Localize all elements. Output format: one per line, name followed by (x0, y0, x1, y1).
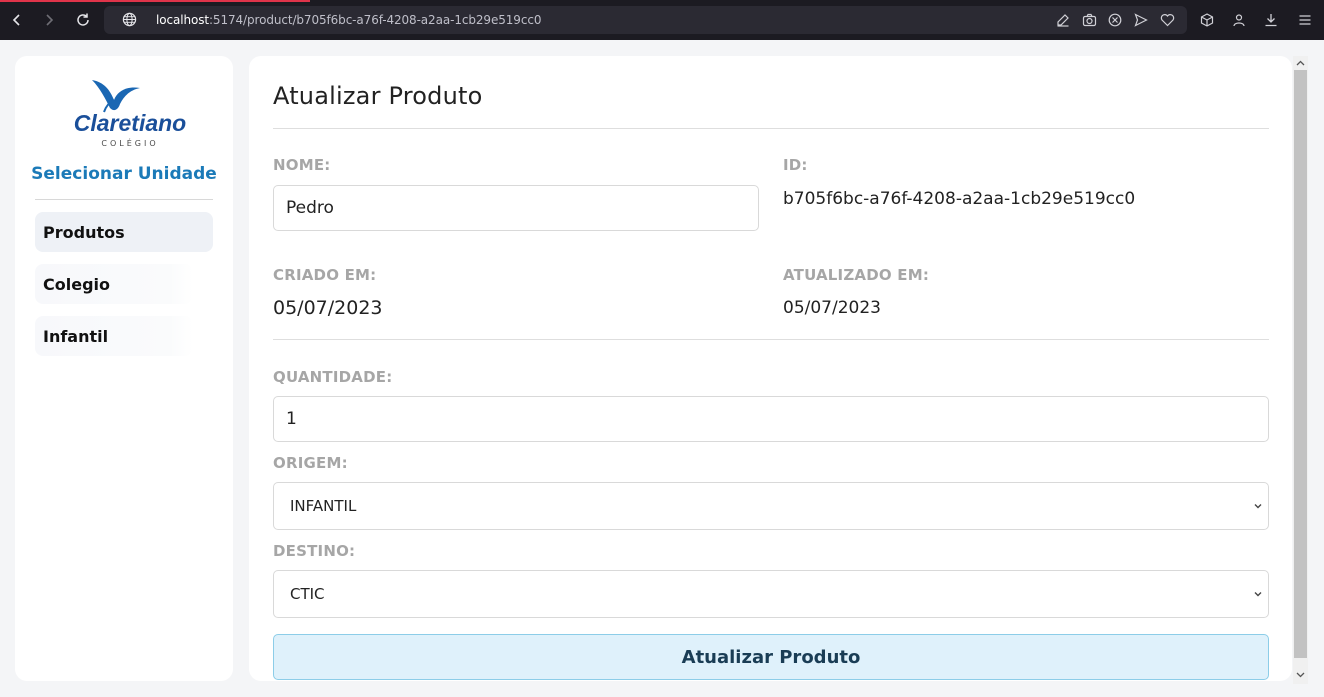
updated-value: 05/07/2023 (783, 298, 881, 318)
svg-text:Claretiano: Claretiano (74, 110, 186, 136)
created-label: CRIADO EM: (273, 266, 377, 284)
scroll-down-icon[interactable] (1293, 669, 1308, 681)
sidebar-item-label: Infantil (43, 326, 109, 346)
heart-icon[interactable] (1159, 12, 1175, 28)
browser-toolbar: localhost:5174/product/b705f6bc-a76f-420… (0, 0, 1324, 40)
back-icon[interactable] (8, 11, 26, 29)
title-divider (273, 128, 1269, 129)
block-icon[interactable] (1107, 12, 1123, 28)
edit-icon[interactable] (1055, 12, 1071, 28)
scrollbar-thumb[interactable] (1294, 70, 1307, 658)
sidebar-item-label: Produtos (43, 222, 125, 242)
address-bar[interactable]: localhost:5174/product/b705f6bc-a76f-420… (104, 6, 1187, 34)
sidebar-item-colegio[interactable]: Colegio (35, 264, 193, 304)
forward-icon[interactable] (40, 11, 58, 29)
destination-selected-value: CTIC (290, 585, 325, 603)
sidebar: Claretiano COLÉGIO Selecionar Unidade Pr… (15, 56, 233, 681)
menu-icon[interactable] (1296, 11, 1314, 29)
destination-select[interactable]: CTIC (273, 570, 1269, 618)
name-input[interactable]: Pedro (273, 185, 759, 231)
update-product-button[interactable]: Atualizar Produto (273, 634, 1269, 680)
quantity-label: QUANTIDADE: (273, 368, 393, 386)
sidebar-item-produtos[interactable]: Produtos (35, 212, 213, 252)
user-icon[interactable] (1230, 11, 1248, 29)
origin-select[interactable]: INFANTIL (273, 482, 1269, 530)
quantity-input[interactable]: 1 (273, 396, 1269, 442)
scroll-up-icon[interactable] (1293, 57, 1308, 69)
download-icon[interactable] (1262, 11, 1280, 29)
id-label: ID: (783, 156, 808, 174)
updated-label: ATUALIZADO EM: (783, 266, 930, 284)
camera-icon[interactable] (1081, 12, 1097, 28)
section-divider (273, 339, 1269, 340)
send-icon[interactable] (1133, 12, 1149, 28)
url-path: :5174/product/b705f6bc-a76f-4208-a2aa-1c… (208, 13, 542, 27)
destination-label: DESTINO: (273, 542, 356, 560)
product-form-card: Atualizar Produto NOME: Pedro ID: b705f6… (249, 56, 1292, 681)
name-label: NOME: (273, 156, 331, 174)
sidebar-item-infantil[interactable]: Infantil (35, 316, 193, 356)
created-value: 05/07/2023 (273, 297, 383, 319)
cube-icon[interactable] (1198, 11, 1216, 29)
reload-icon[interactable] (74, 11, 92, 29)
page-scrollbar[interactable] (1293, 56, 1308, 684)
claretiano-logo[interactable]: Claretiano COLÉGIO (70, 78, 190, 153)
globe-icon (122, 12, 137, 32)
origin-selected-value: INFANTIL (290, 497, 357, 515)
sidebar-item-label: Colegio (43, 274, 110, 294)
origin-label: ORIGEM: (273, 454, 348, 472)
chevron-down-icon (1254, 592, 1262, 597)
url-text[interactable]: localhost:5174/product/b705f6bc-a76f-420… (156, 13, 541, 27)
sidebar-divider (35, 199, 213, 200)
url-host: localhost (156, 13, 209, 27)
svg-text:COLÉGIO: COLÉGIO (101, 137, 158, 148)
chevron-down-icon (1254, 504, 1262, 509)
select-unit-link[interactable]: Selecionar Unidade (15, 164, 233, 184)
page-load-progress (0, 0, 310, 2)
id-value: b705f6bc-a76f-4208-a2aa-1cb29e519cc0 (783, 189, 1136, 209)
page-title: Atualizar Produto (273, 82, 483, 110)
